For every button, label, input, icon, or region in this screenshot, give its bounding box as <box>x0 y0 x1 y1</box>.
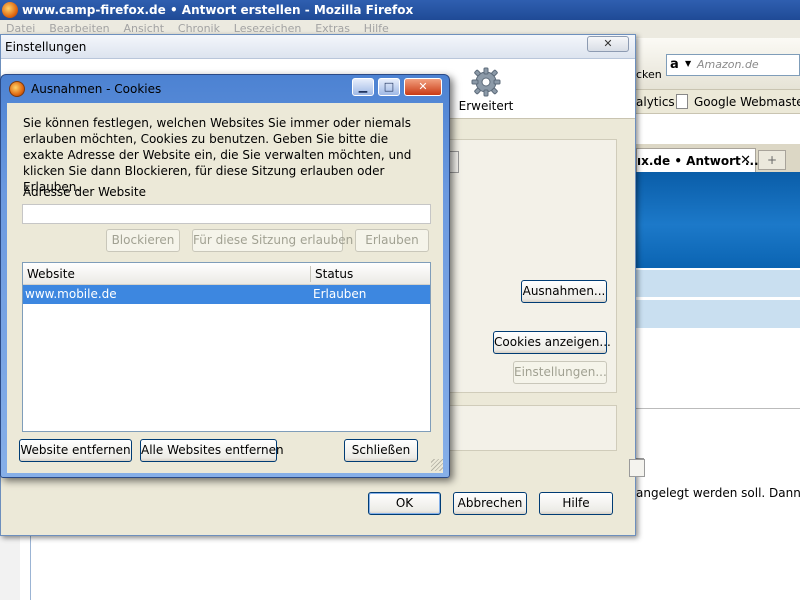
maximize-button[interactable]: □ <box>378 78 400 96</box>
row-status: Erlauben <box>313 287 367 301</box>
column-header-website[interactable]: Website <box>27 267 75 281</box>
tab-bar: ıx.de • Antwort ... ✕ + <box>636 144 800 172</box>
hidden-button-edge <box>629 459 645 477</box>
settings-groupbox <box>449 139 617 393</box>
page-icon <box>676 94 688 109</box>
website-address-input[interactable] <box>22 204 431 224</box>
divider <box>30 534 31 600</box>
pane-erweitert-label: Erweitert <box>458 99 514 113</box>
cookies-anzeigen-button[interactable]: Cookies anzeigen... <box>493 331 611 354</box>
new-tab-button[interactable]: + <box>758 150 786 170</box>
dialog-body: Sie können festlegen, welchen Websites S… <box>7 103 443 473</box>
page-margin <box>0 534 20 600</box>
cookie-exceptions-dialog: Ausnahmen - Cookies ▁ □ ✕ Sie können fes… <box>0 74 450 478</box>
einstellungen-button[interactable]: Einstellungen... <box>513 361 607 384</box>
search-box[interactable]: a ▼ Amazon.de <box>666 54 800 76</box>
dialog-close-button[interactable]: ✕ <box>404 78 442 96</box>
address-label: Adresse der Website <box>23 185 146 199</box>
toolbar-partial-label: cken <box>636 68 662 81</box>
page-body-text: angelegt werden soll. Dann k <box>636 486 800 500</box>
table-row[interactable]: www.mobile.de Erlauben <box>23 285 430 304</box>
gear-icon <box>471 67 501 97</box>
firefox-browser-area: cken a ▼ Amazon.de alytics Google Webmas… <box>636 38 800 600</box>
dialog-description: Sie können festlegen, welchen Websites S… <box>23 116 412 194</box>
settings-groupbox <box>449 405 617 451</box>
ok-button[interactable]: OK <box>368 492 441 515</box>
amazon-icon[interactable]: a <box>670 57 684 73</box>
close-icon[interactable]: ✕ <box>740 153 751 168</box>
alle-websites-entfernen-button[interactable]: Alle Websites entfernen <box>140 439 284 462</box>
column-header-status[interactable]: Status <box>315 267 353 281</box>
settings-close-button[interactable]: ✕ <box>587 36 629 52</box>
pane-erweitert[interactable]: Erweitert <box>441 67 531 121</box>
minimize-icon: ▁ <box>358 80 368 93</box>
schliessen-button[interactable]: Schließen <box>344 439 418 462</box>
firefox-logo-icon <box>9 81 25 97</box>
search-input[interactable]: Amazon.de <box>697 58 759 71</box>
firefox-titlebar: www.camp-firefox.de • Antwort erstellen … <box>0 0 800 20</box>
hilfe-button[interactable]: Hilfe <box>539 492 613 515</box>
settings-titlebar: Einstellungen ✕ <box>1 35 635 59</box>
ausnahmen-button[interactable]: Ausnahmen... <box>521 280 607 303</box>
chevron-down-icon[interactable]: ▼ <box>685 59 691 68</box>
blockieren-button[interactable]: Blockieren <box>106 229 180 252</box>
abbrechen-button[interactable]: Abbrechen <box>453 492 527 515</box>
erlauben-button[interactable]: Erlauben <box>355 229 429 252</box>
site-nav-row <box>636 300 800 328</box>
divider <box>636 408 800 409</box>
close-icon: ✕ <box>418 80 428 93</box>
maximize-icon: □ <box>383 80 395 93</box>
column-divider[interactable] <box>310 266 311 282</box>
resize-grip[interactable] <box>431 459 443 471</box>
website-exceptions-list[interactable]: Website Status www.mobile.de Erlauben <box>22 262 431 432</box>
bookmarks-toolbar: alytics Google Webmaste <box>636 90 800 114</box>
dialog-titlebar: Ausnahmen - Cookies ▁ □ ✕ <box>1 75 449 103</box>
tab-active[interactable]: ıx.de • Antwort ... ✕ <box>636 148 759 172</box>
site-nav-row <box>636 270 800 298</box>
row-website: www.mobile.de <box>25 287 117 301</box>
list-header: Website Status <box>23 263 430 285</box>
page-content-left <box>0 534 636 600</box>
session-allow-button[interactable]: Für diese Sitzung erlauben <box>192 229 353 252</box>
website-entfernen-button[interactable]: Website entfernen <box>19 439 132 462</box>
minimize-button[interactable]: ▁ <box>352 78 374 96</box>
close-icon: ✕ <box>603 37 613 50</box>
firefox-window-title: www.camp-firefox.de • Antwort erstellen … <box>22 3 414 17</box>
settings-title: Einstellungen <box>5 40 87 54</box>
dialog-title: Ausnahmen - Cookies <box>31 82 162 96</box>
bookmark-google-webmaster[interactable]: Google Webmaste <box>694 95 800 109</box>
navigation-toolbar: cken a ▼ Amazon.de <box>636 38 800 90</box>
bookmark-analytics[interactable]: alytics <box>636 95 675 109</box>
firefox-logo-icon <box>2 2 18 18</box>
site-header-banner <box>636 172 800 268</box>
